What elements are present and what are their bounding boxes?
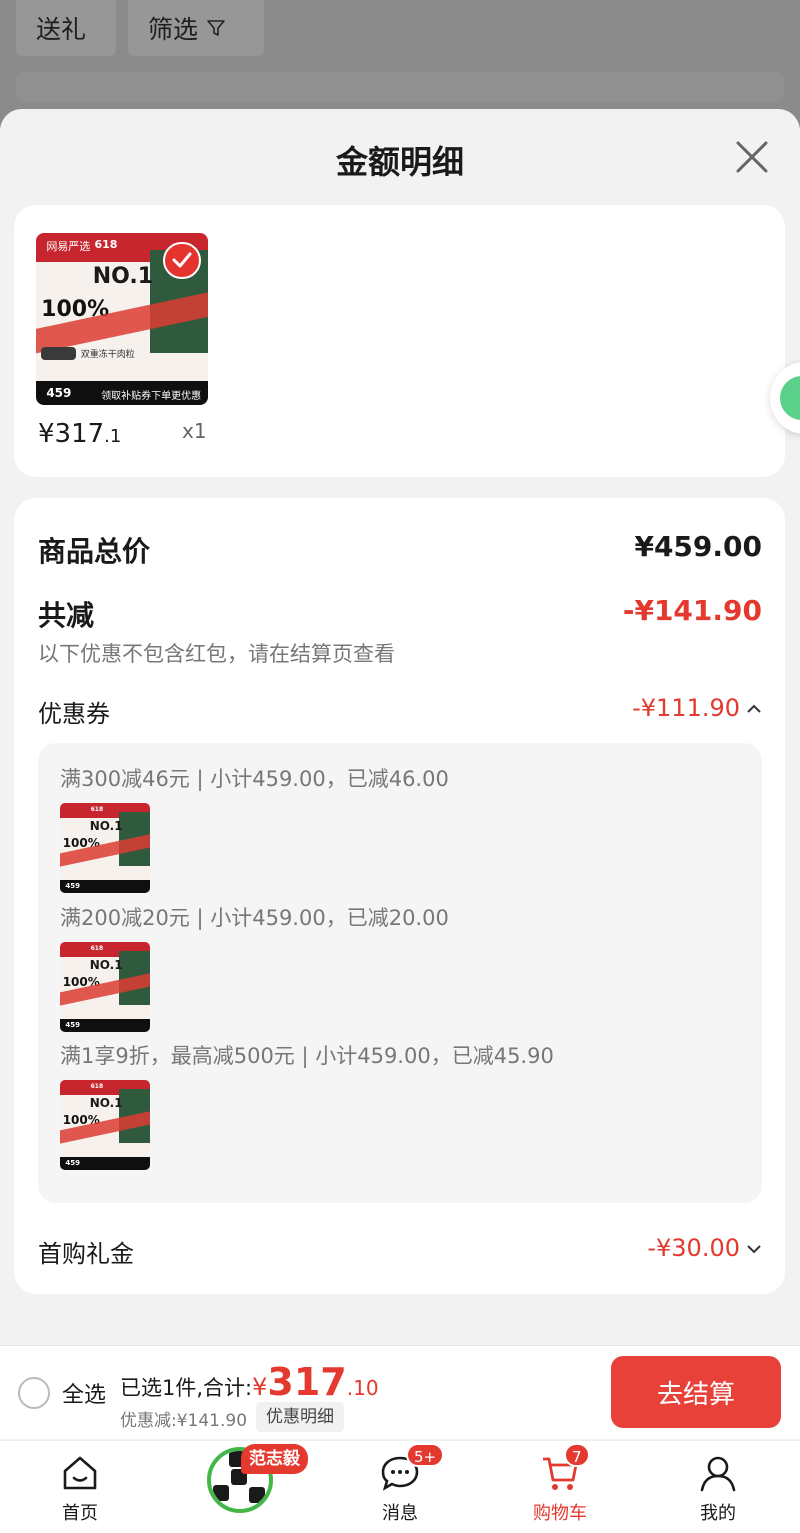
coupon-detail-box: 满300减46元 | 小计459.00，已减46.00 618 NO.1 100%…: [38, 743, 762, 1203]
total-discount-label: 共减: [38, 599, 95, 632]
filter-icon: [207, 20, 225, 36]
gift-label: 首购礼金: [38, 1240, 134, 1268]
thumb-no1-label: NO.1: [89, 958, 123, 973]
chat-bubble-icon: [780, 376, 800, 420]
total-price-label: 商品总价: [38, 535, 151, 568]
promo-name-tag: 范志毅: [241, 1444, 308, 1474]
background-strip: [16, 72, 784, 102]
ball-patch: [249, 1487, 265, 1503]
product-pill: [41, 346, 76, 361]
select-all-radio[interactable]: [18, 1377, 50, 1409]
cart-badge: 7: [564, 1443, 590, 1467]
amount-detail-sheet: 金额明细 网易严选 618 NO.1 100% 双重冻干肉粒 459 领取补贴券…: [0, 109, 800, 1533]
thumb-618-label: 618: [90, 805, 104, 813]
tab-messages[interactable]: 5+ 消息: [340, 1441, 460, 1533]
total-price-value: ¥459.00: [634, 530, 762, 563]
thumb-no1-label: NO.1: [89, 1096, 123, 1111]
product-price: ¥317.1: [38, 419, 121, 449]
gift-value-text: -¥30.00: [647, 1234, 740, 1262]
close-icon: [736, 141, 768, 173]
coupon-line-3: 满1享9折，最高减500元 | 小计459.00，已减45.90: [60, 1044, 554, 1068]
product-bottom-text: 领取补贴券下单更优惠: [101, 390, 202, 402]
sheet-title: 金额明细: [335, 143, 464, 181]
discount-detail-button[interactable]: 优惠明细: [256, 1402, 344, 1432]
product-brand-label: 网易严选: [46, 240, 91, 254]
coupon-product-thumbnail: 618 NO.1 100% 459: [60, 803, 150, 893]
coupon-product-thumbnail: 618 NO.1 100% 459: [60, 1080, 150, 1170]
tab-home[interactable]: 首页: [20, 1441, 140, 1533]
total-amount-dec: .10: [346, 1376, 379, 1400]
total-discount-value: -¥141.90: [622, 594, 762, 627]
thumb-price-tag: 459: [65, 882, 81, 891]
coupon-label: 优惠券: [38, 700, 110, 728]
ball-patch: [213, 1485, 229, 1501]
total-currency: ¥: [252, 1373, 268, 1401]
filter-chip-label: 筛选: [148, 15, 199, 44]
coupon-value: -¥111.90: [632, 694, 762, 722]
tab-cart-label: 购物车: [533, 1503, 587, 1524]
bottom-tab-bar: 首页 5+ 消息 7 购物车 我的: [0, 1440, 800, 1533]
messages-badge: 5+: [406, 1443, 445, 1467]
gift-chip-label: 送礼: [36, 15, 87, 44]
price-summary-card: 商品总价 ¥459.00 共减 -¥141.90 以下优惠不包含红包，请在结算页…: [14, 498, 785, 1294]
thumb-price-tag: 459: [65, 1021, 81, 1030]
order-total: 已选1件,合计:¥317.10: [120, 1360, 379, 1404]
product-618-label: 618: [94, 238, 118, 252]
tab-messages-label: 消息: [382, 1503, 418, 1524]
product-tag-label: 双重冻干肉粒: [80, 349, 135, 360]
chevron-down-icon: [747, 1245, 761, 1254]
checkout-button[interactable]: 去结算: [611, 1356, 781, 1428]
discount-note: 以下优惠不包含红包，请在结算页查看: [38, 642, 395, 666]
tab-home-label: 首页: [62, 1503, 98, 1524]
product-price-int: ¥317: [38, 419, 105, 449]
coupon-row[interactable]: 优惠券 -¥111.90: [38, 694, 762, 730]
tab-cart[interactable]: 7 购物车: [500, 1441, 620, 1533]
background-toolbar: 送礼 筛选: [0, 0, 800, 110]
home-icon: [63, 1456, 97, 1490]
filter-chip: 筛选: [128, 0, 264, 56]
thumb-no1-label: NO.1: [89, 819, 123, 834]
coupon-line-2: 满200减20元 | 小计459.00，已减20.00: [60, 906, 449, 930]
gift-value: -¥30.00: [647, 1234, 762, 1262]
total-price-row: 商品总价 ¥459.00: [38, 530, 762, 570]
coupon-line-1: 满300减46元 | 小计459.00，已减46.00: [60, 767, 449, 791]
product-no1-label: NO.1: [92, 263, 154, 289]
tab-profile-label: 我的: [700, 1503, 736, 1524]
product-price-tag: 459: [46, 385, 72, 400]
product-price-dec: .1: [104, 426, 122, 447]
tab-profile[interactable]: 我的: [658, 1441, 778, 1533]
coupon-value-text: -¥111.90: [632, 694, 740, 722]
discount-text: 优惠减:¥141.90: [120, 1411, 248, 1431]
product-card: 网易严选 618 NO.1 100% 双重冻干肉粒 459 领取补贴券下单更优惠…: [14, 205, 785, 477]
total-discount-row: 共减 -¥141.90: [38, 594, 762, 634]
thumb-618-label: 618: [90, 1082, 104, 1090]
select-all-label[interactable]: 全选: [62, 1377, 106, 1409]
total-amount-int: 317: [267, 1360, 347, 1404]
chevron-up-icon: [747, 704, 761, 713]
product-quantity: x1: [182, 419, 207, 443]
product-image[interactable]: 网易严选 618 NO.1 100% 双重冻干肉粒 459 领取补贴券下单更优惠: [36, 233, 208, 405]
gift-chip: 送礼: [16, 0, 116, 56]
selected-count-text: 已选1件,合计:: [120, 1376, 253, 1400]
coupon-product-thumbnail: 618 NO.1 100% 459: [60, 942, 150, 1032]
close-button[interactable]: [734, 139, 770, 175]
thumb-618-label: 618: [90, 944, 104, 952]
thumb-price-tag: 459: [65, 1159, 81, 1168]
checkout-bar: 全选 已选1件,合计:¥317.10 优惠减:¥141.90 优惠明细 去结算: [0, 1345, 800, 1439]
first-purchase-gift-row[interactable]: 首购礼金 -¥30.00: [38, 1234, 762, 1270]
profile-icon: [700, 1456, 736, 1492]
